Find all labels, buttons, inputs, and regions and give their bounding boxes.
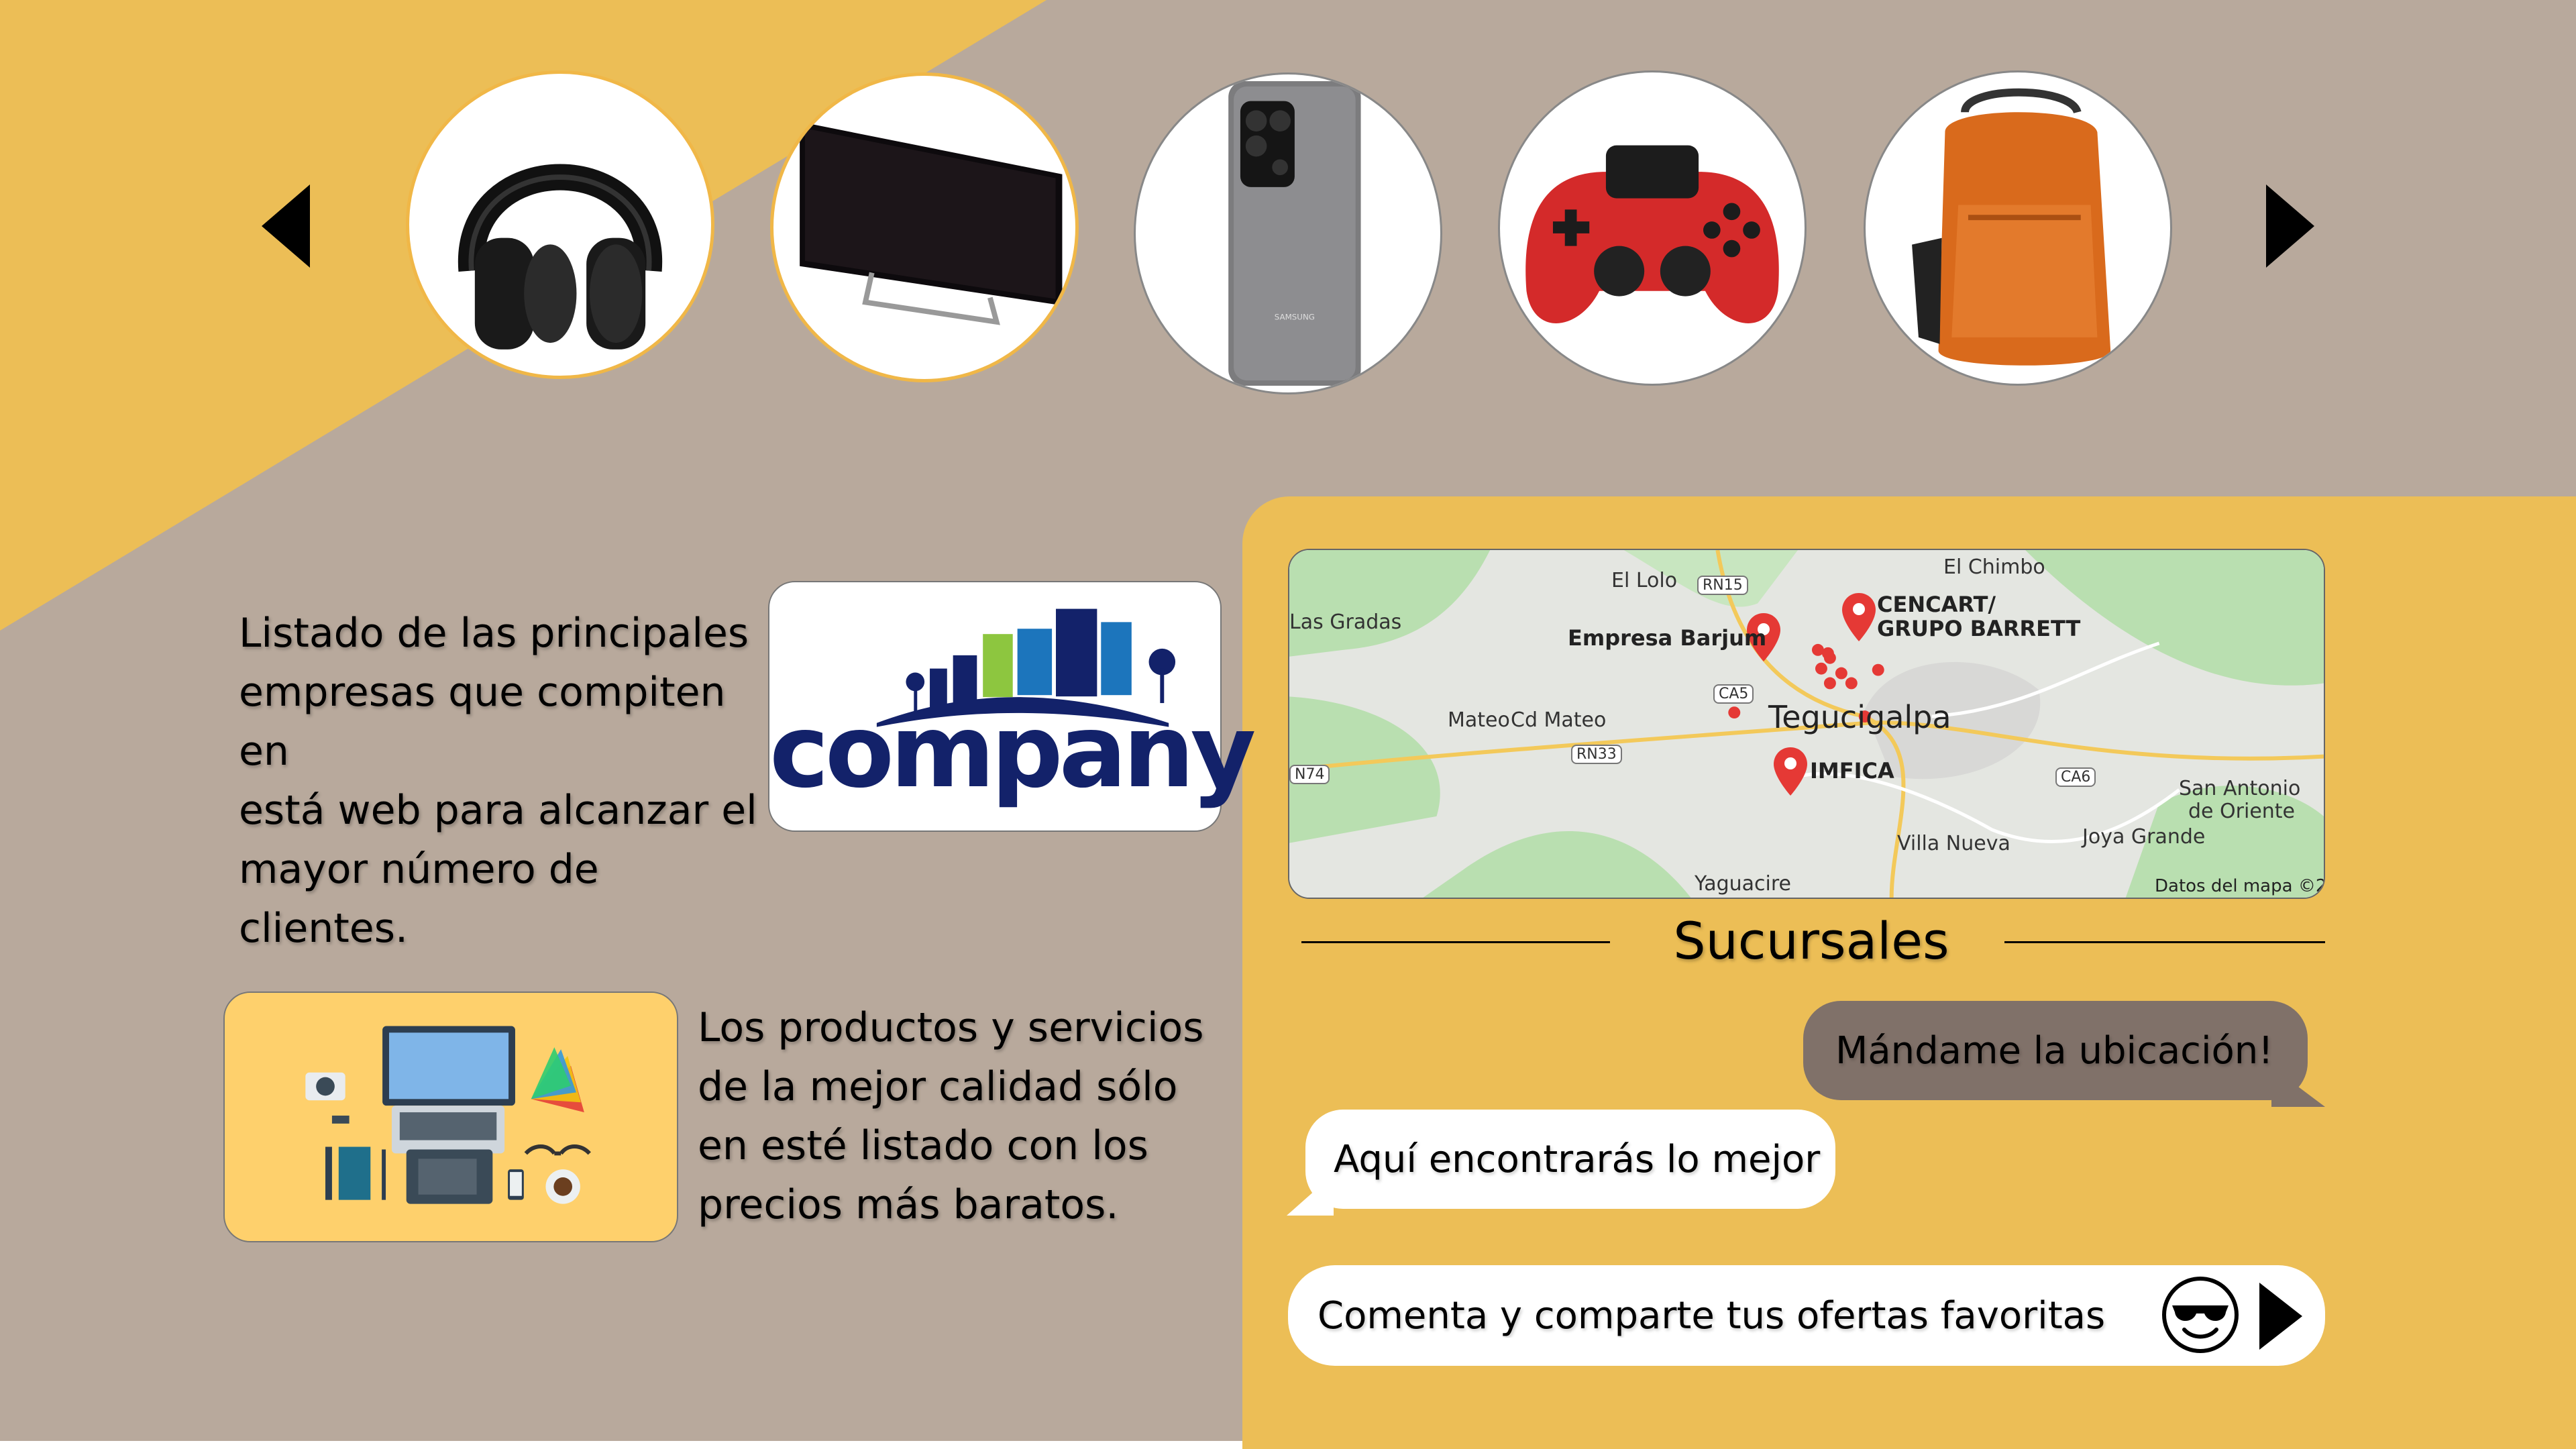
map-label: CENCART/: [1877, 592, 1996, 617]
title-divider-right: [2004, 941, 2325, 943]
map-road-label: RN33: [1571, 745, 1622, 764]
backpack-icon: [1912, 88, 2111, 366]
smartphone-icon: SAMSUNG: [1228, 81, 1361, 386]
intro-line: Listado de las principales: [239, 610, 749, 657]
products-line: Los productos y servicios: [698, 1004, 1204, 1051]
map-label: Cd Mateo: [1511, 708, 1607, 732]
map-label: San Antonio: [2179, 777, 2301, 800]
intro-text: Listado de las principales empresas que …: [239, 604, 775, 958]
intro-line: mayor número de clientes.: [239, 846, 599, 952]
phone-brand-text: SAMSUNG: [1275, 312, 1315, 321]
intro-line: está web para alcanzar el: [239, 787, 757, 834]
branches-title: Sucursales: [1673, 911, 1949, 971]
tv-icon: [800, 121, 1063, 325]
map-label: IMFICA: [1810, 758, 1894, 784]
incoming-bubble-tail: [1287, 1174, 1334, 1216]
carousel-prev-button[interactable]: [262, 184, 310, 268]
map-label: Mateo: [1448, 708, 1510, 732]
map-label: GRUPO BARRETT: [1877, 616, 2081, 641]
workspace-icon: [305, 1026, 591, 1204]
comment-input[interactable]: [1288, 1265, 2133, 1366]
outgoing-message: Mándame la ubicación!: [1803, 1001, 2308, 1100]
product-gamepad[interactable]: [1498, 70, 1807, 386]
product-headphones[interactable]: [406, 70, 714, 379]
map-label: Yaguacire: [1695, 872, 1791, 896]
map-label: Empresa Barjum: [1568, 625, 1767, 651]
product-smartphone[interactable]: SAMSUNG: [1134, 72, 1442, 394]
intro-line: empresas que compiten en: [239, 669, 726, 775]
bottom-strip: [0, 1441, 1242, 1449]
company-logo-text: company: [769, 694, 1256, 810]
carousel-next-button[interactable]: [2266, 184, 2314, 268]
map-label: Villa Nueva: [1897, 832, 2010, 855]
map-road-label: CA5: [1713, 684, 1754, 704]
product-tv[interactable]: [770, 72, 1079, 382]
headphones-icon: [458, 164, 662, 350]
map-label: El Lolo: [1611, 569, 1678, 592]
company-logo-card[interactable]: company: [768, 581, 1256, 832]
map-label: El Chimbo: [1943, 555, 2045, 579]
map-label: Joya Grande: [2082, 825, 2206, 849]
products-line: de la mejor calidad sólo: [698, 1063, 1178, 1110]
map-city-label: Tegucigalpa: [1768, 699, 1951, 735]
map-road-label: RN15: [1697, 576, 1748, 595]
outgoing-message-text: Mándame la ubicación!: [1835, 1028, 2273, 1073]
title-divider-left: [1301, 941, 1610, 943]
send-button[interactable]: [2259, 1283, 2302, 1350]
comment-bar: [1288, 1265, 2325, 1366]
branches-map[interactable]: El Chimbo El Lolo RN15 Las Gradas Empres…: [1288, 549, 2325, 899]
desk-illustration-card: [223, 991, 678, 1242]
products-line: en esté listado con los: [698, 1122, 1148, 1169]
products-text: Los productos y servicios de la mejor ca…: [698, 998, 1248, 1234]
map-road-label: N74: [1289, 765, 1330, 784]
map-label: Las Gradas: [1289, 610, 1402, 634]
incoming-message-text: Aquí encontrarás lo mejor: [1334, 1137, 1821, 1181]
product-backpack[interactable]: [1864, 70, 2172, 386]
map-label: de Oriente: [2188, 800, 2296, 823]
outgoing-bubble-tail: [2271, 1067, 2325, 1107]
incoming-message: Aquí encontrarás lo mejor: [1305, 1110, 1835, 1209]
map-credit: Datos del mapa ©2: [2155, 876, 2325, 896]
map-road-label: CA6: [2055, 767, 2096, 787]
products-line: precios más baratos.: [698, 1181, 1119, 1228]
gamepad-icon: [1525, 145, 1779, 323]
sunglasses-emoji-icon[interactable]: [2160, 1275, 2241, 1355]
